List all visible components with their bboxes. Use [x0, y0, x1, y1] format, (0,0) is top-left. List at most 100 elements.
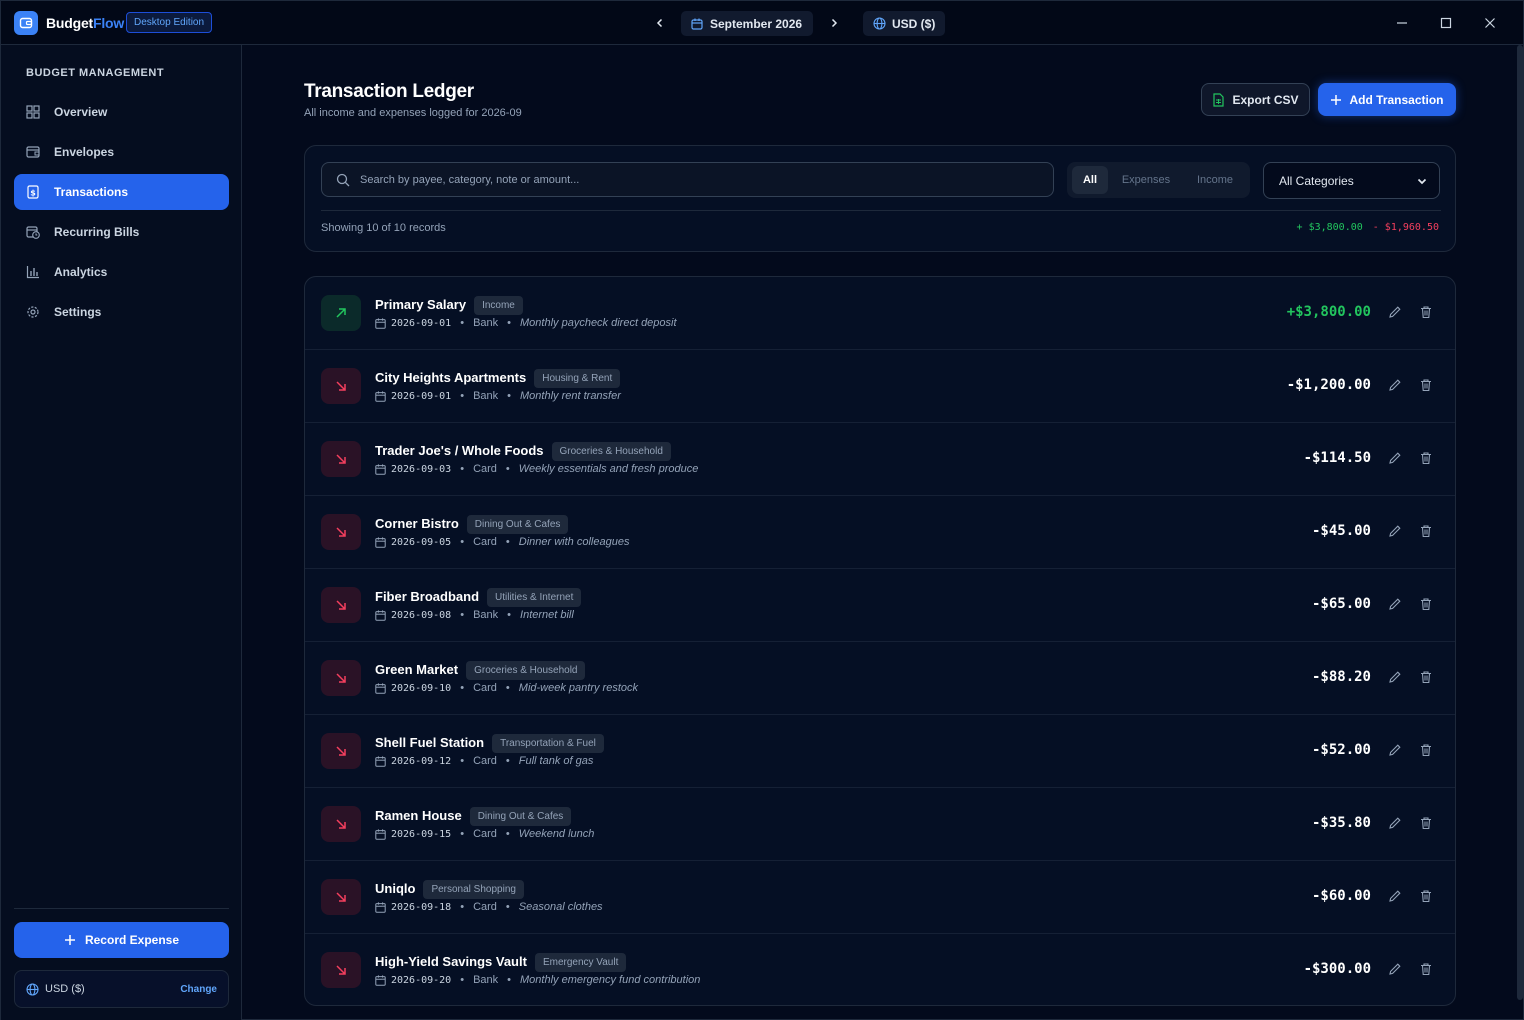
calendar-icon	[375, 390, 386, 402]
maximize-button[interactable]	[1436, 13, 1456, 33]
transaction-row[interactable]: High-Yield Savings Vault Emergency Vault 2…	[305, 934, 1455, 1005]
record-expense-button[interactable]: Record Expense	[14, 922, 229, 958]
edit-transaction-button[interactable]	[1388, 816, 1404, 832]
delete-transaction-button[interactable]	[1419, 889, 1435, 905]
app-brand: BudgetFlow	[46, 15, 124, 31]
sidebar-item-settings[interactable]: Settings	[14, 294, 229, 330]
edition-badge: Desktop Edition	[126, 12, 213, 33]
trash-icon	[1421, 452, 1431, 465]
meta-separator: •	[505, 682, 510, 694]
sidebar-currency-box: USD ($) Change	[14, 970, 229, 1008]
edit-transaction-button[interactable]	[1388, 451, 1404, 467]
category-badge: Housing & Rent	[534, 369, 621, 388]
transaction-date: 2026-09-20	[391, 974, 452, 986]
segment-income[interactable]: Income	[1184, 166, 1246, 194]
arrow-down-right-icon	[336, 527, 346, 537]
edit-transaction-button[interactable]	[1388, 743, 1404, 759]
transaction-row[interactable]: Shell Fuel Station Transportation & Fuel 2…	[305, 715, 1455, 788]
edit-transaction-button[interactable]	[1388, 524, 1404, 540]
edit-transaction-button[interactable]	[1388, 962, 1404, 978]
transaction-payee-line: Green Market Groceries & Household	[375, 661, 586, 680]
sidebar-item-transactions[interactable]: $ Transactions	[14, 174, 229, 210]
transaction-row[interactable]: Corner Bistro Dining Out & Cafes 2026-09-0…	[305, 496, 1455, 569]
delete-transaction-button[interactable]	[1419, 524, 1435, 540]
segment-all[interactable]: All	[1072, 166, 1108, 194]
transaction-meta: 2026-09-03 • Card • Weekly essentials and fr…	[375, 463, 698, 475]
delete-transaction-button[interactable]	[1419, 962, 1435, 978]
search-input[interactable]: Search by payee, category, note or amoun…	[321, 162, 1054, 197]
meta-separator: •	[460, 828, 465, 840]
transaction-date: 2026-09-18	[391, 901, 452, 913]
transaction-type-icon	[321, 879, 361, 915]
transaction-note: Mid-week pantry restock	[518, 682, 638, 694]
close-button[interactable]	[1480, 13, 1500, 33]
delete-transaction-button[interactable]	[1419, 816, 1435, 832]
calendar-icon	[375, 609, 386, 621]
transaction-amount: -$65.00	[1311, 596, 1371, 612]
delete-transaction-button[interactable]	[1419, 378, 1435, 394]
pencil-icon	[1389, 744, 1401, 756]
add-transaction-button[interactable]: Add Transaction	[1318, 83, 1456, 116]
transaction-row[interactable]: Green Market Groceries & Household 2026-09…	[305, 642, 1455, 715]
bar-chart-icon	[26, 266, 39, 279]
calendar-clock-icon	[26, 226, 40, 239]
transaction-meta: 2026-09-10 • Card • Mid-week pantry restock	[375, 682, 638, 694]
transaction-payee: Ramen House	[375, 808, 462, 823]
edit-transaction-button[interactable]	[1388, 889, 1404, 905]
category-select[interactable]: All Categories	[1263, 162, 1440, 199]
transaction-row[interactable]: Ramen House Dining Out & Cafes 2026-09-15 •…	[305, 788, 1455, 861]
transaction-type-icon	[321, 733, 361, 769]
meta-separator: •	[460, 901, 465, 913]
transaction-note: Monthly rent transfer	[520, 390, 621, 402]
envelope-icon	[26, 146, 40, 158]
pencil-icon	[1389, 379, 1401, 391]
transaction-amount: +$3,800.00	[1286, 304, 1371, 320]
totals-summary: + $3,800.00 - $1,960.50	[1297, 222, 1439, 233]
plus-icon	[1331, 94, 1342, 105]
delete-transaction-button[interactable]	[1419, 451, 1435, 467]
calendar-icon	[375, 317, 386, 329]
transaction-list: Primary Salary Income 2026-09-01 • Bank • Mont…	[304, 276, 1456, 1006]
segment-expenses[interactable]: Expenses	[1113, 166, 1179, 194]
add-transaction-label: Add Transaction	[1349, 92, 1444, 107]
edit-transaction-button[interactable]	[1388, 597, 1404, 613]
transaction-payee: Fiber Broadband	[375, 589, 480, 604]
transaction-row[interactable]: Trader Joe's / Whole Foods Groceries & Ho…	[305, 423, 1455, 496]
minimize-button[interactable]	[1392, 13, 1412, 33]
transaction-date: 2026-09-12	[391, 755, 452, 767]
currency-picker[interactable]: USD ($)	[863, 11, 945, 36]
change-currency-link[interactable]: Change	[180, 984, 217, 995]
transaction-payee-line: Primary Salary Income	[375, 296, 523, 315]
trash-icon	[1421, 963, 1431, 976]
sidebar-item-overview[interactable]: Overview	[14, 94, 229, 130]
category-badge: Emergency Vault	[534, 953, 627, 972]
sidebar-item-recurring-bills[interactable]: Recurring Bills	[14, 214, 229, 250]
edit-transaction-button[interactable]	[1388, 305, 1404, 321]
meta-separator: •	[460, 463, 465, 475]
delete-transaction-button[interactable]	[1419, 670, 1435, 686]
sidebar-item-envelopes[interactable]: Envelopes	[14, 134, 229, 170]
month-picker[interactable]: September 2026	[681, 11, 813, 36]
transaction-row[interactable]: Primary Salary Income 2026-09-01 • Bank • Mont…	[305, 277, 1455, 350]
main-scrollbar[interactable]	[1517, 45, 1523, 1000]
delete-transaction-button[interactable]	[1419, 597, 1435, 613]
export-csv-button[interactable]: Export CSV	[1201, 83, 1310, 116]
calendar-icon	[375, 463, 386, 475]
transaction-row[interactable]: City Heights Apartments Housing & Rent 202…	[305, 350, 1455, 423]
prev-month-button[interactable]	[650, 13, 670, 33]
transaction-date: 2026-09-05	[391, 536, 452, 548]
delete-transaction-button[interactable]	[1419, 743, 1435, 759]
transaction-method: Bank	[473, 609, 499, 621]
delete-transaction-button[interactable]	[1419, 305, 1435, 321]
sidebar-item-analytics[interactable]: Analytics	[14, 254, 229, 290]
calendar-icon	[375, 536, 386, 548]
transaction-row[interactable]: Fiber Broadband Utilities & Internet 2026-…	[305, 569, 1455, 642]
transaction-meta: 2026-09-05 • Card • Dinner with colleagues	[375, 536, 629, 548]
next-month-button[interactable]	[824, 13, 844, 33]
transaction-payee: Corner Bistro	[375, 516, 459, 531]
transaction-row[interactable]: Uniqlo Personal Shopping 2026-09-18 • Card • S…	[305, 861, 1455, 934]
transaction-type-icon	[321, 295, 361, 331]
transaction-method: Card	[473, 682, 497, 694]
edit-transaction-button[interactable]	[1388, 670, 1404, 686]
edit-transaction-button[interactable]	[1388, 378, 1404, 394]
